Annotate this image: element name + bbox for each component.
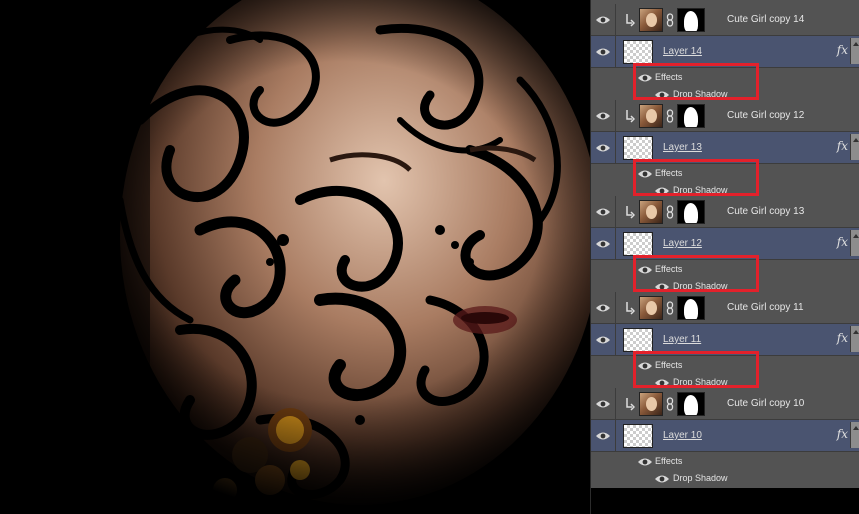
eye-icon[interactable] (595, 238, 611, 250)
visibility-column (591, 196, 616, 227)
fx-icon[interactable]: fx (837, 139, 848, 153)
ornamental-face-artwork (0, 0, 592, 514)
eye-icon[interactable] (595, 302, 611, 314)
layer-name[interactable]: Cute Girl copy 13 (727, 206, 804, 217)
expand-arrow-icon[interactable] (850, 38, 859, 64)
fx-icon[interactable]: fx (837, 235, 848, 249)
eye-icon[interactable] (637, 360, 653, 372)
effects-label: Effects (655, 456, 683, 466)
canvas-artwork (0, 0, 592, 514)
layers-panel: Cute Girl copy 14 Layer 14 fx Effects Dr… (590, 0, 859, 514)
layer-row[interactable]: Cute Girl copy 12 (591, 100, 859, 132)
layer-thumbnail[interactable] (639, 296, 663, 320)
eye-icon[interactable] (595, 398, 611, 410)
layer-thumbnail[interactable] (639, 200, 663, 224)
drop-shadow-row[interactable]: Drop Shadow (591, 469, 859, 489)
layer-name[interactable]: Cute Girl copy 10 (727, 398, 804, 409)
visibility-column (591, 228, 616, 259)
clipping-arrow-icon (626, 110, 635, 123)
visibility-column (591, 292, 616, 323)
layer-mask-thumbnail[interactable] (677, 104, 705, 128)
layer-row[interactable]: Cute Girl copy 13 (591, 196, 859, 228)
effects-label: Effects (655, 264, 683, 274)
layer-mask-thumbnail[interactable] (677, 296, 705, 320)
layer-thumbnail[interactable] (623, 328, 653, 352)
layer-mask-thumbnail[interactable] (677, 200, 705, 224)
layer-name[interactable]: Layer 13 (663, 142, 702, 153)
drop-shadow-label[interactable]: Drop Shadow (673, 89, 728, 99)
fx-icon[interactable]: fx (837, 43, 848, 57)
layer-row-selected[interactable]: Layer 13 fx (591, 132, 859, 164)
visibility-column (591, 324, 616, 355)
eye-icon[interactable] (654, 473, 670, 485)
layer-row[interactable]: Cute Girl copy 11 (591, 292, 859, 324)
visibility-column (591, 100, 616, 131)
eye-icon[interactable] (595, 334, 611, 346)
clipping-arrow-icon (626, 206, 635, 219)
eye-icon[interactable] (595, 46, 611, 58)
drop-shadow-label[interactable]: Drop Shadow (673, 377, 728, 387)
layer-name[interactable]: Cute Girl copy 12 (727, 110, 804, 121)
layer-thumbnail[interactable] (639, 8, 663, 32)
layer-mask-thumbnail[interactable] (677, 8, 705, 32)
eye-icon[interactable] (595, 142, 611, 154)
eye-icon[interactable] (637, 168, 653, 180)
drop-shadow-label[interactable]: Drop Shadow (673, 473, 728, 483)
effects-label: Effects (655, 360, 683, 370)
expand-arrow-icon[interactable] (850, 326, 859, 352)
clipping-arrow-icon (626, 14, 635, 27)
layer-thumbnail[interactable] (639, 104, 663, 128)
effects-label: Effects (655, 72, 683, 82)
layer-thumbnail[interactable] (623, 40, 653, 64)
fx-icon[interactable]: fx (837, 331, 848, 345)
link-chain-icon[interactable] (666, 397, 674, 411)
eye-icon[interactable] (595, 206, 611, 218)
expand-arrow-icon[interactable] (850, 134, 859, 160)
layer-name[interactable]: Cute Girl copy 11 (727, 302, 804, 313)
layer-row-selected[interactable]: Layer 11 fx (591, 324, 859, 356)
visibility-column (591, 4, 616, 35)
layer-row[interactable]: Cute Girl copy 14 (591, 4, 859, 36)
link-chain-icon[interactable] (666, 205, 674, 219)
layer-thumbnail[interactable] (623, 424, 653, 448)
drop-shadow-label[interactable]: Drop Shadow (673, 281, 728, 291)
visibility-column (591, 388, 616, 419)
layer-name[interactable]: Layer 14 (663, 46, 702, 57)
visibility-column (591, 132, 616, 163)
fx-icon[interactable]: fx (837, 427, 848, 441)
layer-row[interactable]: Cute Girl copy 10 (591, 388, 859, 420)
visibility-column (591, 420, 616, 451)
visibility-column (591, 36, 616, 67)
effects-label: Effects (655, 168, 683, 178)
drop-shadow-label[interactable]: Drop Shadow (673, 185, 728, 195)
eye-icon[interactable] (595, 14, 611, 26)
panel-bottom-area (591, 488, 859, 514)
eye-icon[interactable] (637, 456, 653, 468)
link-chain-icon[interactable] (666, 13, 674, 27)
eye-icon[interactable] (595, 110, 611, 122)
eye-icon[interactable] (637, 264, 653, 276)
layer-name[interactable]: Layer 10 (663, 430, 702, 441)
expand-arrow-icon[interactable] (850, 422, 859, 448)
layer-row-selected[interactable]: Layer 14 fx (591, 36, 859, 68)
layer-name[interactable]: Layer 11 (663, 334, 701, 345)
layer-name[interactable]: Layer 12 (663, 238, 702, 249)
layer-thumbnail[interactable] (623, 136, 653, 160)
layer-row-selected[interactable]: Layer 10 fx (591, 420, 859, 452)
eye-icon[interactable] (595, 430, 611, 442)
clipping-arrow-icon (626, 302, 635, 315)
layer-name[interactable]: Cute Girl copy 14 (727, 14, 804, 25)
link-chain-icon[interactable] (666, 109, 674, 123)
clipping-arrow-icon (626, 398, 635, 411)
link-chain-icon[interactable] (666, 301, 674, 315)
layer-row-selected[interactable]: Layer 12 fx (591, 228, 859, 260)
layer-thumbnail[interactable] (623, 232, 653, 256)
layer-thumbnail[interactable] (639, 392, 663, 416)
eye-icon[interactable] (637, 72, 653, 84)
layer-mask-thumbnail[interactable] (677, 392, 705, 416)
expand-arrow-icon[interactable] (850, 230, 859, 256)
